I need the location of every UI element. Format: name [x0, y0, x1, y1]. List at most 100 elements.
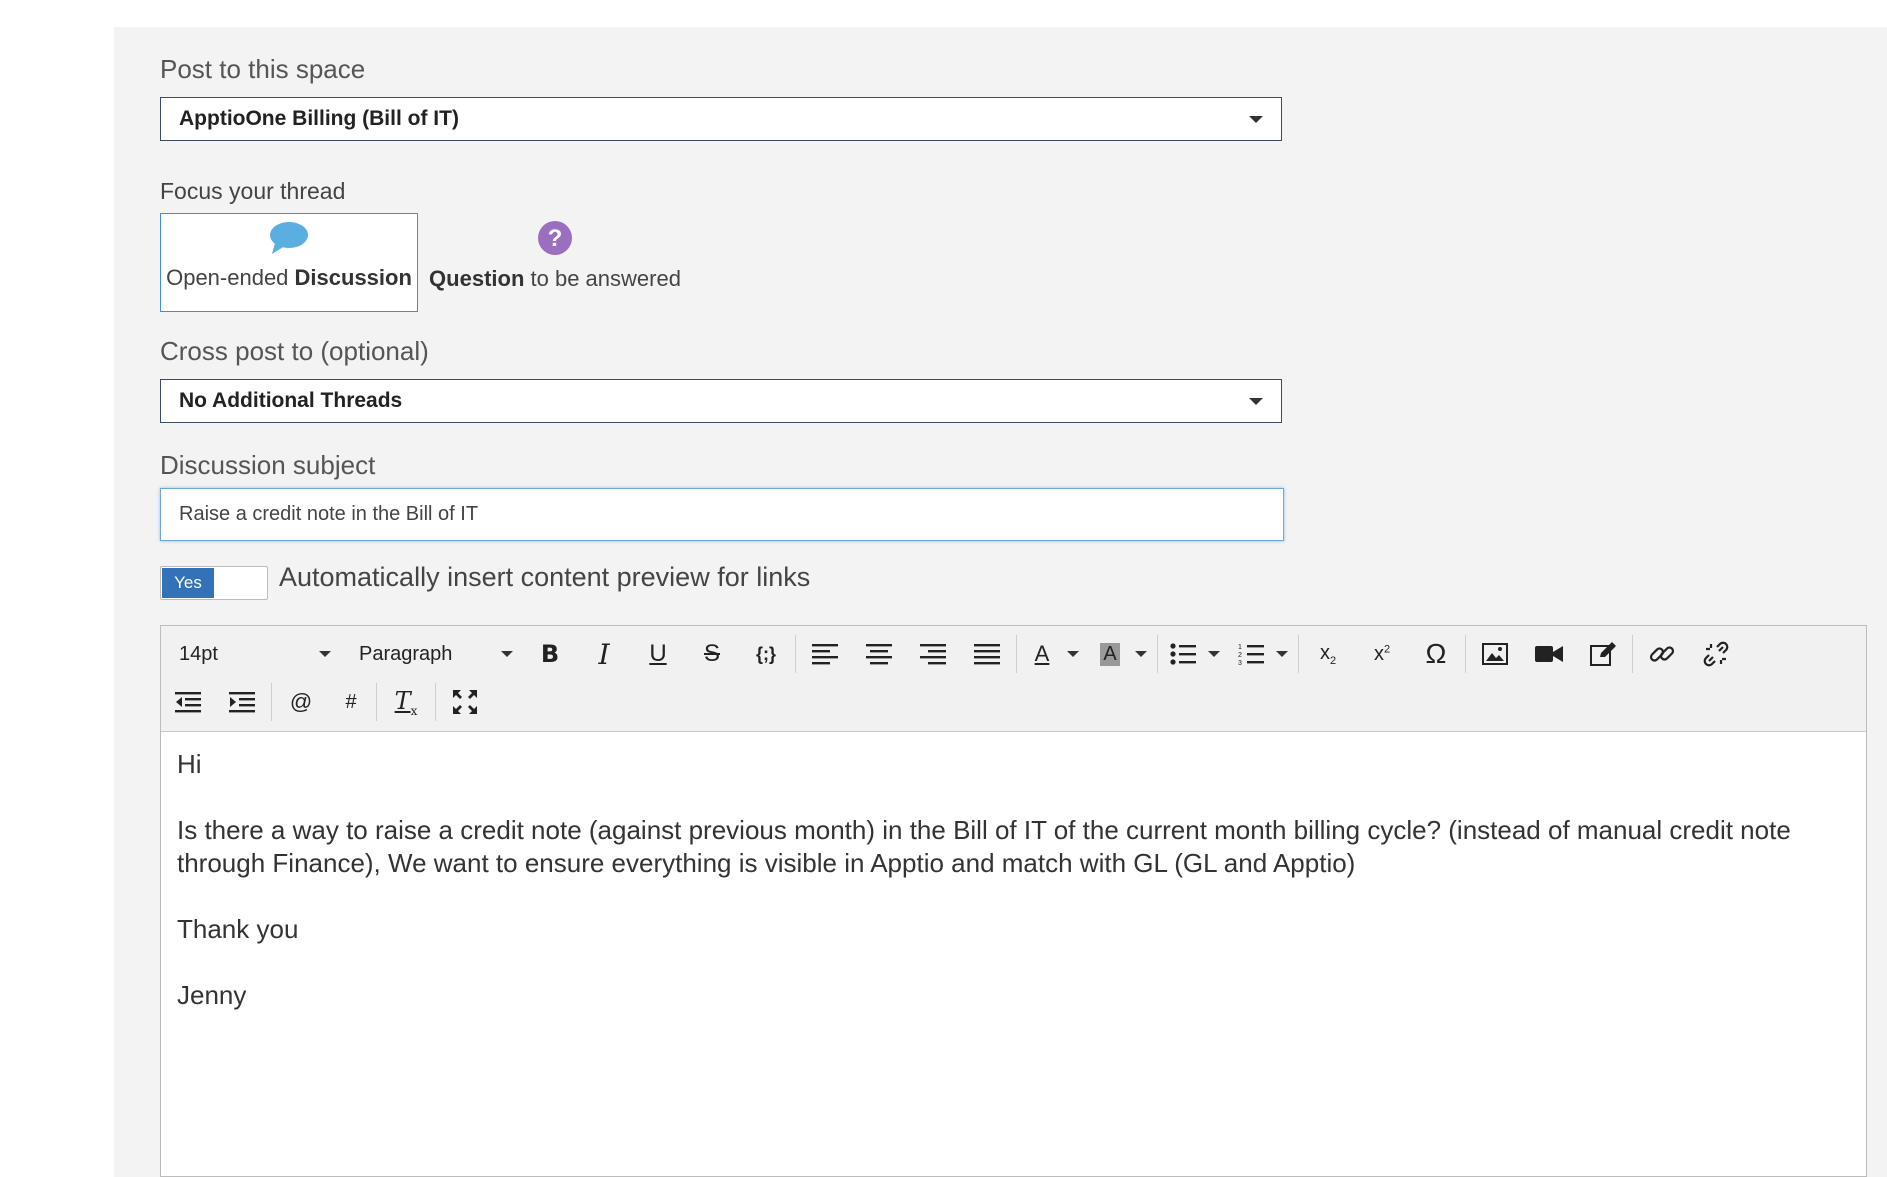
- svg-text:3: 3: [1238, 660, 1242, 666]
- toolbar-separator: [1632, 635, 1633, 673]
- align-left-button[interactable]: [798, 634, 852, 674]
- mention-button[interactable]: @: [274, 682, 328, 722]
- chevron-down-icon: [1249, 116, 1263, 123]
- subject-input[interactable]: [160, 488, 1284, 541]
- bold-button[interactable]: B: [523, 634, 577, 674]
- align-right-button[interactable]: [906, 634, 960, 674]
- cross-post-selected: No Additional Threads: [179, 389, 403, 412]
- toggle-on-label: Yes: [162, 568, 214, 598]
- subscript-icon: x2: [1319, 641, 1337, 667]
- numbered-list-icon: 123: [1228, 634, 1274, 674]
- body-signature: Jenny: [177, 980, 247, 1010]
- outdent-button[interactable]: [161, 682, 215, 722]
- chevron-down-icon: [1249, 398, 1263, 405]
- outdent-icon: [175, 692, 201, 713]
- video-camera-icon: [1535, 646, 1563, 662]
- align-center-icon: [866, 644, 892, 665]
- fullscreen-icon: [453, 690, 477, 714]
- chevron-down-icon: [1208, 651, 1220, 657]
- chevron-down-icon: [319, 651, 331, 657]
- block-format-value: Paragraph: [359, 642, 453, 665]
- svg-text:2: 2: [1238, 652, 1242, 659]
- toolbar-separator: [1016, 635, 1017, 673]
- image-button[interactable]: [1468, 634, 1522, 674]
- speech-bubble-icon: [270, 222, 308, 254]
- code-button[interactable]: {;}: [739, 634, 793, 674]
- body-closing: Thank you: [177, 914, 299, 944]
- hashtag-button[interactable]: #: [328, 682, 374, 722]
- focus-label: Focus your thread: [160, 178, 346, 204]
- text-color-icon: A: [1034, 641, 1050, 666]
- toolbar-separator: [435, 683, 436, 721]
- chevron-down-icon: [1276, 651, 1288, 657]
- subject-label: Discussion subject: [160, 450, 376, 480]
- post-space-select[interactable]: ApptioOne Billing (Bill of IT): [160, 97, 1282, 141]
- cross-post-label: Cross post to (optional): [160, 336, 429, 366]
- link-preview-label: Automatically insert content preview for…: [279, 562, 811, 592]
- omega-icon: Ω: [1425, 638, 1447, 669]
- align-center-button[interactable]: [852, 634, 906, 674]
- question-option-label: Question to be answered: [429, 266, 681, 291]
- toolbar-separator: [1298, 635, 1299, 673]
- background-color-icon: A: [1087, 634, 1133, 674]
- svg-text:?: ?: [548, 225, 563, 252]
- toolbar-row-2: @ # Tx: [161, 678, 492, 726]
- block-format-select[interactable]: Paragraph: [341, 643, 523, 666]
- bold-icon: B: [540, 640, 560, 668]
- post-space-selected: ApptioOne Billing (Bill of IT): [179, 107, 459, 130]
- clear-formatting-button[interactable]: Tx: [379, 682, 433, 722]
- text-color-button[interactable]: A: [1019, 634, 1087, 674]
- cross-post-select[interactable]: No Additional Threads: [160, 379, 1282, 423]
- underline-button[interactable]: U: [631, 634, 685, 674]
- hashtag-icon: #: [345, 690, 357, 713]
- italic-icon: I: [598, 637, 610, 671]
- indent-button[interactable]: [215, 682, 269, 722]
- chevron-down-icon: [1067, 651, 1079, 657]
- italic-button[interactable]: I: [577, 634, 631, 674]
- justify-button[interactable]: [960, 634, 1014, 674]
- indent-icon: [229, 692, 255, 713]
- unlink-button[interactable]: [1689, 634, 1743, 674]
- underline-icon: U: [649, 640, 667, 667]
- video-button[interactable]: [1522, 634, 1576, 674]
- background-color-button[interactable]: A: [1087, 634, 1155, 674]
- code-icon: {;}: [755, 643, 776, 664]
- toolbar-separator: [376, 683, 377, 721]
- bullet-list-icon: [1160, 634, 1206, 674]
- editor-toolbar: 14pt Paragraph B I U S {;} A A 1 2 3 x2 …: [161, 626, 1866, 732]
- chevron-down-icon: [501, 651, 513, 657]
- body-paragraph: Is there a way to raise a credit note (a…: [177, 815, 1791, 878]
- editor-content[interactable]: Hi Is there a way to raise a credit note…: [177, 748, 1847, 1045]
- edit-button[interactable]: [1576, 634, 1630, 674]
- unlink-icon: [1703, 641, 1729, 667]
- subscript-button[interactable]: x2: [1301, 634, 1355, 674]
- mention-icon: @: [289, 689, 313, 714]
- discussion-option[interactable]: Open-ended Discussion: [160, 213, 418, 312]
- align-left-icon: [812, 644, 838, 665]
- toolbar-separator: [1157, 635, 1158, 673]
- toolbar-separator: [1465, 635, 1466, 673]
- special-character-button[interactable]: Ω: [1409, 634, 1463, 674]
- bullet-list-button[interactable]: [1160, 634, 1228, 674]
- body-greeting: Hi: [177, 749, 202, 779]
- toolbar-separator: [795, 635, 796, 673]
- chevron-down-icon: [1135, 651, 1147, 657]
- rich-text-editor[interactable]: 14pt Paragraph B I U S {;} A A 1 2 3 x2 …: [160, 625, 1867, 1177]
- link-preview-toggle[interactable]: Yes: [160, 566, 268, 600]
- strikethrough-button[interactable]: S: [685, 634, 739, 674]
- fullscreen-button[interactable]: [438, 682, 492, 722]
- discussion-option-label: Open-ended Discussion: [166, 265, 412, 290]
- link-button[interactable]: [1635, 634, 1689, 674]
- toolbar-separator: [271, 683, 272, 721]
- post-space-label: Post to this space: [160, 54, 366, 84]
- font-size-select[interactable]: 14pt: [161, 643, 341, 666]
- superscript-button[interactable]: x2: [1355, 634, 1409, 674]
- font-size-value: 14pt: [179, 642, 218, 665]
- question-option[interactable]: ? Question to be answered: [420, 213, 690, 312]
- numbered-list-button[interactable]: 123: [1228, 634, 1296, 674]
- question-circle-icon: ?: [538, 221, 572, 255]
- align-right-icon: [920, 644, 946, 665]
- superscript-icon: x2: [1373, 642, 1391, 665]
- clear-formatting-icon: Tx: [394, 686, 418, 718]
- justify-icon: [974, 644, 1000, 665]
